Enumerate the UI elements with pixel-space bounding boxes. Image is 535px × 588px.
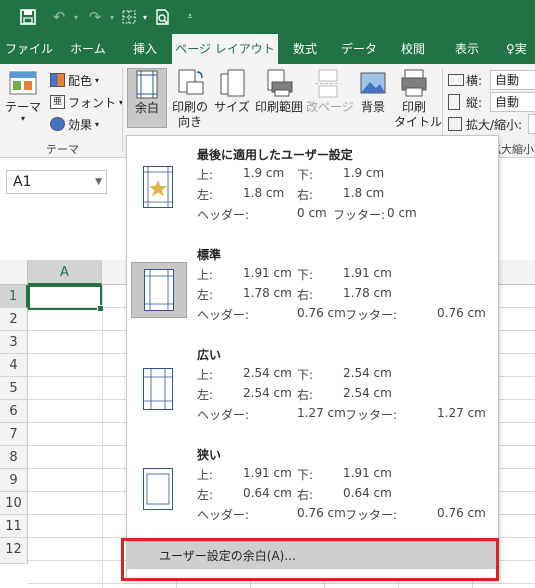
page-preview: [144, 269, 174, 311]
borders-icon[interactable]: [118, 6, 140, 28]
row-header[interactable]: 9: [0, 469, 28, 492]
orientation-button[interactable]: 印刷の 向き: [170, 68, 210, 130]
effects-icon: [50, 117, 65, 131]
print-titles-icon: [399, 68, 429, 100]
page-preview: [143, 166, 173, 208]
row-header[interactable]: 3: [0, 331, 28, 354]
margin-preset-wide[interactable]: 広い 上: 2.54 cm 下: 2.54 cm 左: 2.54 cm 右: 2…: [127, 342, 498, 442]
gridline: [102, 285, 103, 588]
scale-icon: [448, 117, 462, 131]
margin-preset-narrow[interactable]: 狭い 上: 1.91 cm 下: 1.91 cm 左: 0.64 cm 右: 0…: [127, 442, 498, 542]
colors-dropdown-icon: ▾: [95, 75, 100, 85]
undo-icon[interactable]: ↶: [48, 6, 70, 28]
print-area-button[interactable]: 印刷範囲: [254, 68, 304, 115]
row-header[interactable]: 1: [0, 285, 28, 308]
background-button[interactable]: 背景: [356, 68, 390, 115]
tab-data[interactable]: データ: [334, 34, 384, 64]
effects-dropdown-icon: ▾: [95, 119, 100, 129]
tab-page-layout[interactable]: ページ レイアウト: [172, 34, 278, 64]
scale-input[interactable]: [528, 114, 535, 134]
page-preview: [143, 468, 173, 510]
row-header[interactable]: 2: [0, 308, 28, 331]
colors-button[interactable]: 配色 ▾: [50, 70, 99, 90]
row-header[interactable]: 4: [0, 354, 28, 377]
fonts-button[interactable]: 亜 フォント▾: [50, 92, 123, 112]
margin-preview-thumbnail: [131, 160, 187, 216]
select-all-corner[interactable]: [0, 260, 28, 285]
margin-preview-thumbnail: [131, 462, 187, 518]
orientation-icon: [175, 68, 205, 100]
tab-review[interactable]: 校閲: [392, 34, 434, 64]
tab-formulas[interactable]: 数式: [284, 34, 326, 64]
margin-preset-normal[interactable]: 標準 上: 1.91 cm 下: 1.91 cm 左: 1.78 cm 右: 1…: [127, 242, 498, 342]
print-preview-icon[interactable]: [152, 6, 174, 28]
tab-home[interactable]: ホーム: [62, 34, 114, 64]
margin-preview-thumbnail: [131, 262, 187, 318]
row-header[interactable]: 11: [0, 515, 28, 538]
name-box-dropdown-icon[interactable]: ▼: [95, 171, 102, 193]
tab-file[interactable]: ファイル: [0, 34, 58, 64]
row-header[interactable]: 7: [0, 423, 28, 446]
background-image-icon: [358, 68, 388, 100]
fonts-icon: 亜: [50, 95, 65, 109]
star-icon: [149, 180, 167, 197]
row-header[interactable]: 6: [0, 400, 28, 423]
page-preview: [143, 368, 173, 410]
colors-icon: [50, 73, 65, 87]
tab-tell-me[interactable]: ♀実: [506, 34, 535, 64]
width-setting: 横:: [448, 70, 482, 90]
tab-view[interactable]: 表示: [446, 34, 488, 64]
column-header-a[interactable]: A: [28, 260, 102, 285]
print-area-icon: [264, 68, 294, 100]
save-icon[interactable]: [16, 6, 40, 28]
themes-button[interactable]: テーマ ▾: [4, 68, 42, 123]
theme-group-label: テーマ: [46, 143, 79, 156]
margin-preset-last-custom[interactable]: 最後に適用したユーザー設定 上: 1.9 cm 下: 1.9 cm 左: 1.8…: [127, 142, 498, 242]
height-setting: 縦:: [448, 92, 482, 112]
margins-button[interactable]: 余白: [127, 68, 167, 128]
borders-dropdown-icon[interactable]: ▾: [140, 6, 150, 28]
width-select[interactable]: 自動: [490, 70, 535, 90]
themes-icon: [8, 68, 38, 100]
margins-dropdown-menu: 最後に適用したユーザー設定 上: 1.9 cm 下: 1.9 cm 左: 1.8…: [126, 135, 499, 580]
breaks-button[interactable]: 改ページ: [306, 68, 354, 115]
scale-setting: 拡大/縮小:: [448, 114, 522, 134]
effects-button[interactable]: 効果 ▾: [50, 114, 99, 134]
height-select[interactable]: 自動: [490, 92, 535, 112]
tab-insert[interactable]: 挿入: [120, 34, 170, 64]
row-header[interactable]: 5: [0, 377, 28, 400]
paper-size-icon: [217, 68, 247, 100]
customize-toolbar-icon[interactable]: ⩡: [184, 6, 196, 28]
lightbulb-icon: ♀: [506, 42, 515, 56]
margins-icon: [132, 69, 162, 101]
highlight-annotation-box: [121, 538, 499, 581]
redo-icon[interactable]: ↷: [84, 6, 106, 28]
row-headers: 1 2 3 4 5 6 7 8 9 10 11 12: [0, 285, 28, 588]
active-cell-a1[interactable]: [28, 285, 104, 312]
row-header[interactable]: 8: [0, 446, 28, 469]
name-box[interactable]: A1 ▼: [6, 170, 107, 194]
size-button[interactable]: サイズ: [214, 68, 250, 115]
row-header[interactable]: 10: [0, 492, 28, 515]
height-icon: [448, 94, 460, 110]
title-bar: ↶ ▾ ↷ ▾ ▾ ⩡: [0, 0, 535, 34]
margin-preview-thumbnail: [131, 362, 187, 418]
ribbon-tabs: ファイル ホーム 挿入 ページ レイアウト 数式 データ 校閲 表示 ♀実: [0, 34, 535, 64]
themes-dropdown-icon: ▾: [20, 114, 25, 123]
page-break-icon: [313, 68, 343, 100]
ribbon-divider: [122, 68, 123, 152]
undo-dropdown-icon[interactable]: ▾: [70, 6, 82, 28]
print-titles-button[interactable]: 印刷 タイトル: [394, 68, 442, 130]
row-header[interactable]: 12: [0, 538, 28, 564]
width-icon: [448, 74, 464, 86]
redo-dropdown-icon[interactable]: ▾: [106, 6, 118, 28]
